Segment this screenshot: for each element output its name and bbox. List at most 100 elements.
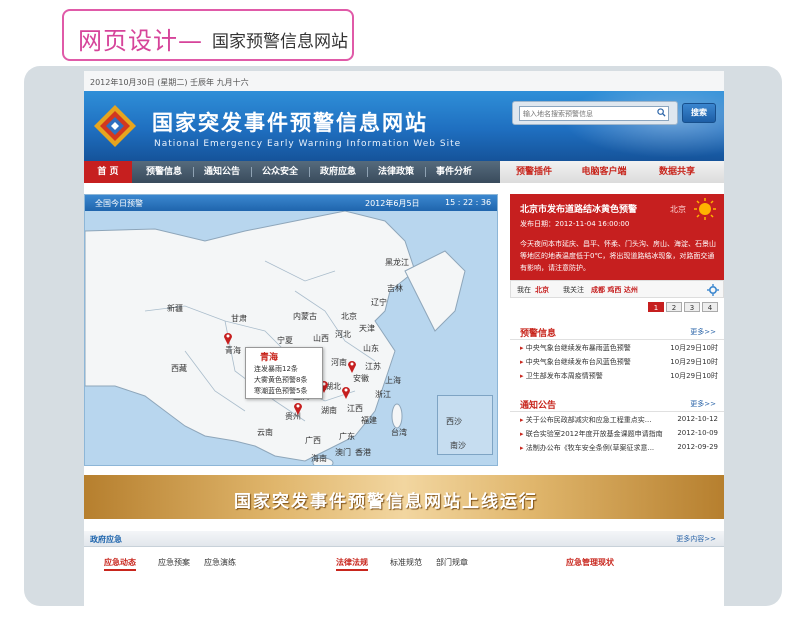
- map-label: 广东: [339, 432, 355, 441]
- main-nav: 首 页 预警信息 通知公告 公众安全 政府应急 法律政策 事件分析 预警插件 电…: [84, 161, 724, 183]
- warnings-more-link[interactable]: 更多>>: [690, 327, 716, 337]
- promo-text: 国家突发事件预警信息网站上线运行: [234, 492, 538, 512]
- tab-emergency-news[interactable]: 应急动态: [104, 557, 136, 571]
- nav-item-warning-plugin[interactable]: 预警插件: [508, 161, 560, 183]
- nav-item-public-safety[interactable]: 公众安全: [256, 161, 304, 183]
- city-label: 我在: [517, 286, 531, 294]
- nav-item-home[interactable]: 首 页: [84, 161, 132, 183]
- map-date: 2012年6月5日: [365, 199, 420, 208]
- map-label: 内蒙古: [293, 312, 317, 321]
- warnings-list: 预警信息 更多>> ▸ 中央气象台继续发布暴雨蓝色预警 10月29日10时 ▸ 中…: [510, 322, 724, 382]
- follow-label: 我关注: [563, 286, 584, 294]
- followed-cities[interactable]: 成都 鸡西 达州: [591, 285, 638, 295]
- pager-4[interactable]: 4: [702, 302, 718, 312]
- site-subtitle: National Emergency Early Warning Informa…: [154, 139, 462, 149]
- notices-more-link[interactable]: 更多>>: [690, 399, 716, 409]
- warning-pin-icon[interactable]: [341, 385, 351, 399]
- tab-regulations[interactable]: 部门规章: [436, 557, 468, 568]
- alert-body: 今天夜间本市延庆、昌平、怀柔、门头沟、房山、海淀、石景山等地区的地表温度低于0℃…: [520, 240, 716, 272]
- map-label: 吉林: [387, 284, 403, 293]
- tab-management-status[interactable]: 应急管理现状: [566, 557, 614, 568]
- map-label: 北京: [341, 312, 357, 321]
- list-item[interactable]: ▸ 中央气象台继续发布暴雨蓝色预警 10月29日10时: [510, 340, 724, 354]
- search-icon[interactable]: [657, 108, 666, 117]
- warning-pin-icon[interactable]: [293, 401, 303, 415]
- tab-standards[interactable]: 标准规范: [390, 557, 422, 568]
- current-city[interactable]: 北京: [535, 285, 549, 295]
- list-item[interactable]: ▸ 关于公布民政部减灾和应急工程重点实... 2012-10-12: [510, 412, 724, 426]
- alert-title[interactable]: 北京市发布道路结冰黄色预警: [520, 202, 637, 215]
- map-label: 湖南: [321, 406, 337, 415]
- pager-1[interactable]: 1: [648, 302, 664, 312]
- map-label: 甘肃: [231, 314, 247, 323]
- tab-laws[interactable]: 法律法规: [336, 557, 368, 571]
- map-label: 江西: [347, 404, 363, 413]
- warnings-title[interactable]: 预警信息: [520, 326, 556, 339]
- tag-sub-text: 国家预警信息网站: [212, 32, 348, 52]
- warning-pin-icon[interactable]: [223, 331, 233, 345]
- nav-item-notices[interactable]: 通知公告: [198, 161, 246, 183]
- site-logo-icon[interactable]: [92, 103, 138, 149]
- nav-divider: [367, 167, 368, 177]
- search-box: [512, 101, 678, 125]
- nav-item-event-analysis[interactable]: 事件分析: [430, 161, 478, 183]
- province-popup: 青海 连发暴雨12条 大雾黄色预警8条 寒潮蓝色预警5条: [245, 347, 323, 399]
- tab-emergency-drills[interactable]: 应急演练: [204, 557, 236, 568]
- notices-title[interactable]: 通知公告: [520, 398, 556, 411]
- pager-3[interactable]: 3: [684, 302, 700, 312]
- list-item[interactable]: ▸ 中央气象台继续发布台风蓝色预警 10月29日10时: [510, 354, 724, 368]
- map-label: 天津: [359, 324, 375, 333]
- tab-emergency-plans[interactable]: 应急预案: [158, 557, 190, 568]
- gear-icon[interactable]: [707, 284, 719, 296]
- nav-item-warnings[interactable]: 预警信息: [140, 161, 188, 183]
- map-label: 澳门: [335, 448, 351, 457]
- map-label: 辽宁: [371, 298, 387, 307]
- popup-line: 大雾黄色预警8条: [254, 376, 308, 384]
- map-label: 青海: [225, 346, 241, 355]
- map-label: 台湾: [391, 428, 407, 437]
- warnings-header: 预警信息 更多>>: [510, 322, 724, 340]
- nav-divider: [251, 167, 252, 177]
- nav-item-desktop-client[interactable]: 电脑客户端: [572, 161, 636, 183]
- site-title: 国家突发事件预警信息网站: [152, 111, 428, 135]
- popup-line: 连发暴雨12条: [254, 365, 298, 373]
- website-page: 2012年10月30日 (星期二) 壬辰年 九月十六 国家突发事件预警信息网站 …: [84, 71, 724, 606]
- list-item[interactable]: ▸ 卫生部发布本周疫情预警 10月29日10时: [510, 368, 724, 382]
- map-title: 全国今日预警: [95, 199, 143, 208]
- map-label: 山东: [363, 344, 379, 353]
- warning-pin-icon[interactable]: [347, 359, 357, 373]
- gov-emergency-section-bar: 政府应急 更多内容>>: [84, 531, 724, 547]
- nav-divider: [425, 167, 426, 177]
- map-label: 山西: [313, 334, 329, 343]
- browser-frame: 2012年10月30日 (星期二) 壬辰年 九月十六 国家突发事件预警信息网站 …: [24, 66, 782, 606]
- popup-line: 寒潮蓝色预警5条: [254, 387, 308, 395]
- map-label: 黑龙江: [385, 258, 409, 267]
- map-label: 海南: [311, 454, 327, 463]
- search-button[interactable]: 搜索: [682, 103, 716, 123]
- map-label: 云南: [257, 428, 273, 437]
- map-label: 南沙: [450, 441, 466, 450]
- map-label: 江苏: [365, 362, 381, 371]
- nav-item-data-share[interactable]: 数据共享: [648, 161, 706, 183]
- map-label: 新疆: [167, 304, 183, 313]
- sun-weather-icon: [694, 198, 716, 220]
- notices-header: 通知公告 更多>>: [510, 394, 724, 412]
- popup-title: 青海: [260, 353, 279, 363]
- map-label: 香港: [355, 448, 371, 457]
- nav-divider: [193, 167, 194, 177]
- alert-date: 发布日期：2012-11-04 16:00:00: [520, 220, 630, 228]
- list-item[interactable]: ▸ 法制办公布《牧车安全条例(草案征求意... 2012-09-29: [510, 440, 724, 454]
- nav-item-law-policy[interactable]: 法律政策: [372, 161, 420, 183]
- promo-banner[interactable]: 国家突发事件预警信息网站上线运行: [84, 475, 724, 519]
- map-label: 河北: [335, 330, 351, 339]
- tag-main-text: 网页设计—: [78, 27, 203, 55]
- section-more-link[interactable]: 更多内容>>: [676, 534, 716, 544]
- design-tag: 网页设计— 国家预警信息网站: [62, 9, 354, 61]
- nav-item-gov-emergency[interactable]: 政府应急: [314, 161, 362, 183]
- map-label: 广西: [305, 436, 321, 445]
- map-time: 15 : 22 : 36: [445, 198, 492, 207]
- pager-2[interactable]: 2: [666, 302, 682, 312]
- list-item[interactable]: ▸ 联合实验室2012年度开放基金课题申请指南 2012-10-09: [510, 426, 724, 440]
- notices-list: 通知公告 更多>> ▸ 关于公布民政部减灾和应急工程重点实... 2012-10-…: [510, 394, 724, 454]
- search-input[interactable]: [519, 106, 669, 121]
